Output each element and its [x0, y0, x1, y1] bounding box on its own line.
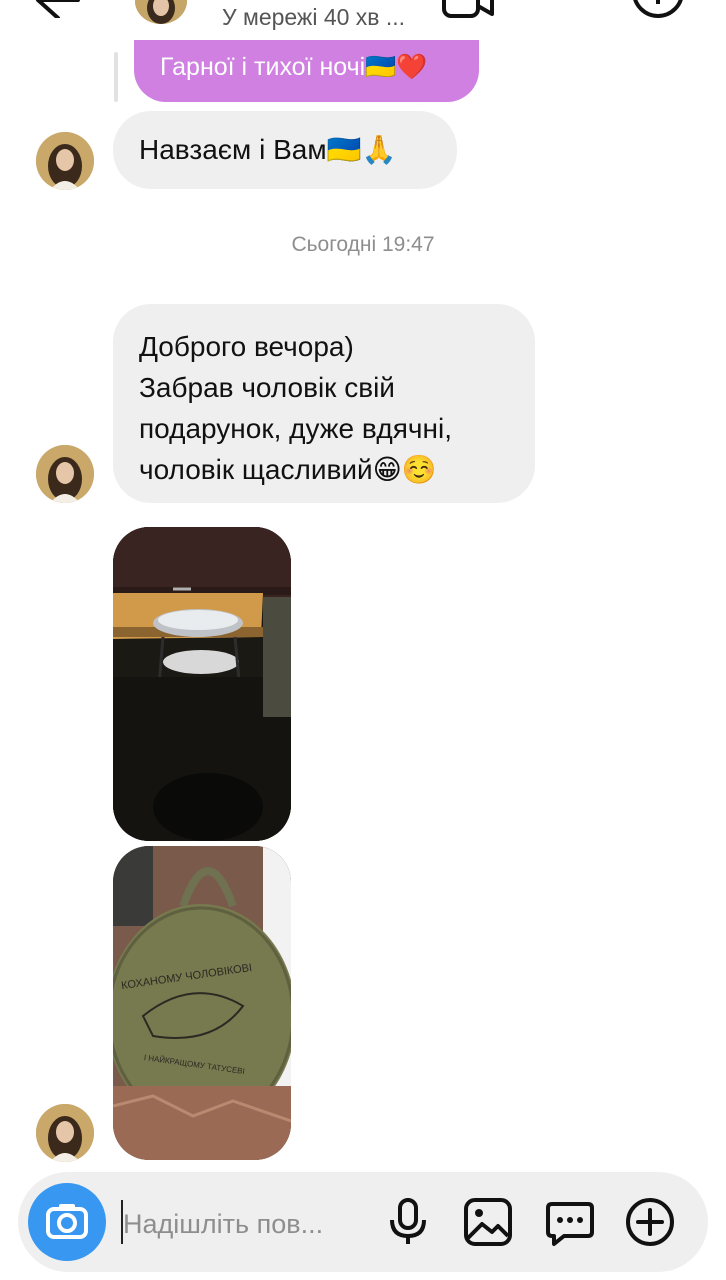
sticker-icon[interactable]: [544, 1196, 596, 1248]
photo-message-bag[interactable]: КОХАНОМУ ЧОЛОВІКОВІ І НАЙКРАЩОМУ ТАТУСЕВ…: [113, 846, 291, 1160]
contact-avatar[interactable]: [36, 445, 94, 503]
incoming-message-text: Навзаєм і Вам🇺🇦🙏: [139, 134, 397, 165]
video-call-icon[interactable]: [440, 0, 496, 20]
contact-avatar[interactable]: [36, 132, 94, 190]
reply-indicator-line: [114, 52, 118, 102]
incoming-message-bubble[interactable]: Навзаєм і Вам🇺🇦🙏: [113, 111, 457, 189]
info-icon[interactable]: [628, 0, 688, 20]
gallery-icon[interactable]: [462, 1196, 514, 1248]
contact-avatar[interactable]: [36, 1104, 94, 1162]
outgoing-message-text: Гарної і тихої ночі🇺🇦❤️: [160, 53, 428, 81]
outgoing-message-bubble[interactable]: Гарної і тихої ночі🇺🇦❤️: [134, 40, 479, 102]
incoming-message-text: Доброго вечора) Забрав чоловік свій пода…: [139, 331, 452, 485]
message-timestamp: Сьогодні 19:47: [291, 233, 435, 256]
back-arrow-icon[interactable]: [30, 0, 80, 18]
message-input[interactable]: [123, 1204, 383, 1244]
camera-icon: [46, 1204, 88, 1239]
microphone-icon[interactable]: [382, 1196, 434, 1248]
online-status: У мережі 40 хв ...: [222, 4, 406, 30]
phone-icon[interactable]: [540, 0, 584, 20]
plus-icon[interactable]: [624, 1196, 676, 1248]
camera-button[interactable]: [28, 1183, 106, 1261]
photo-message-grill[interactable]: [113, 527, 291, 841]
incoming-message-bubble[interactable]: Доброго вечора) Забрав чоловік свій пода…: [113, 304, 535, 503]
